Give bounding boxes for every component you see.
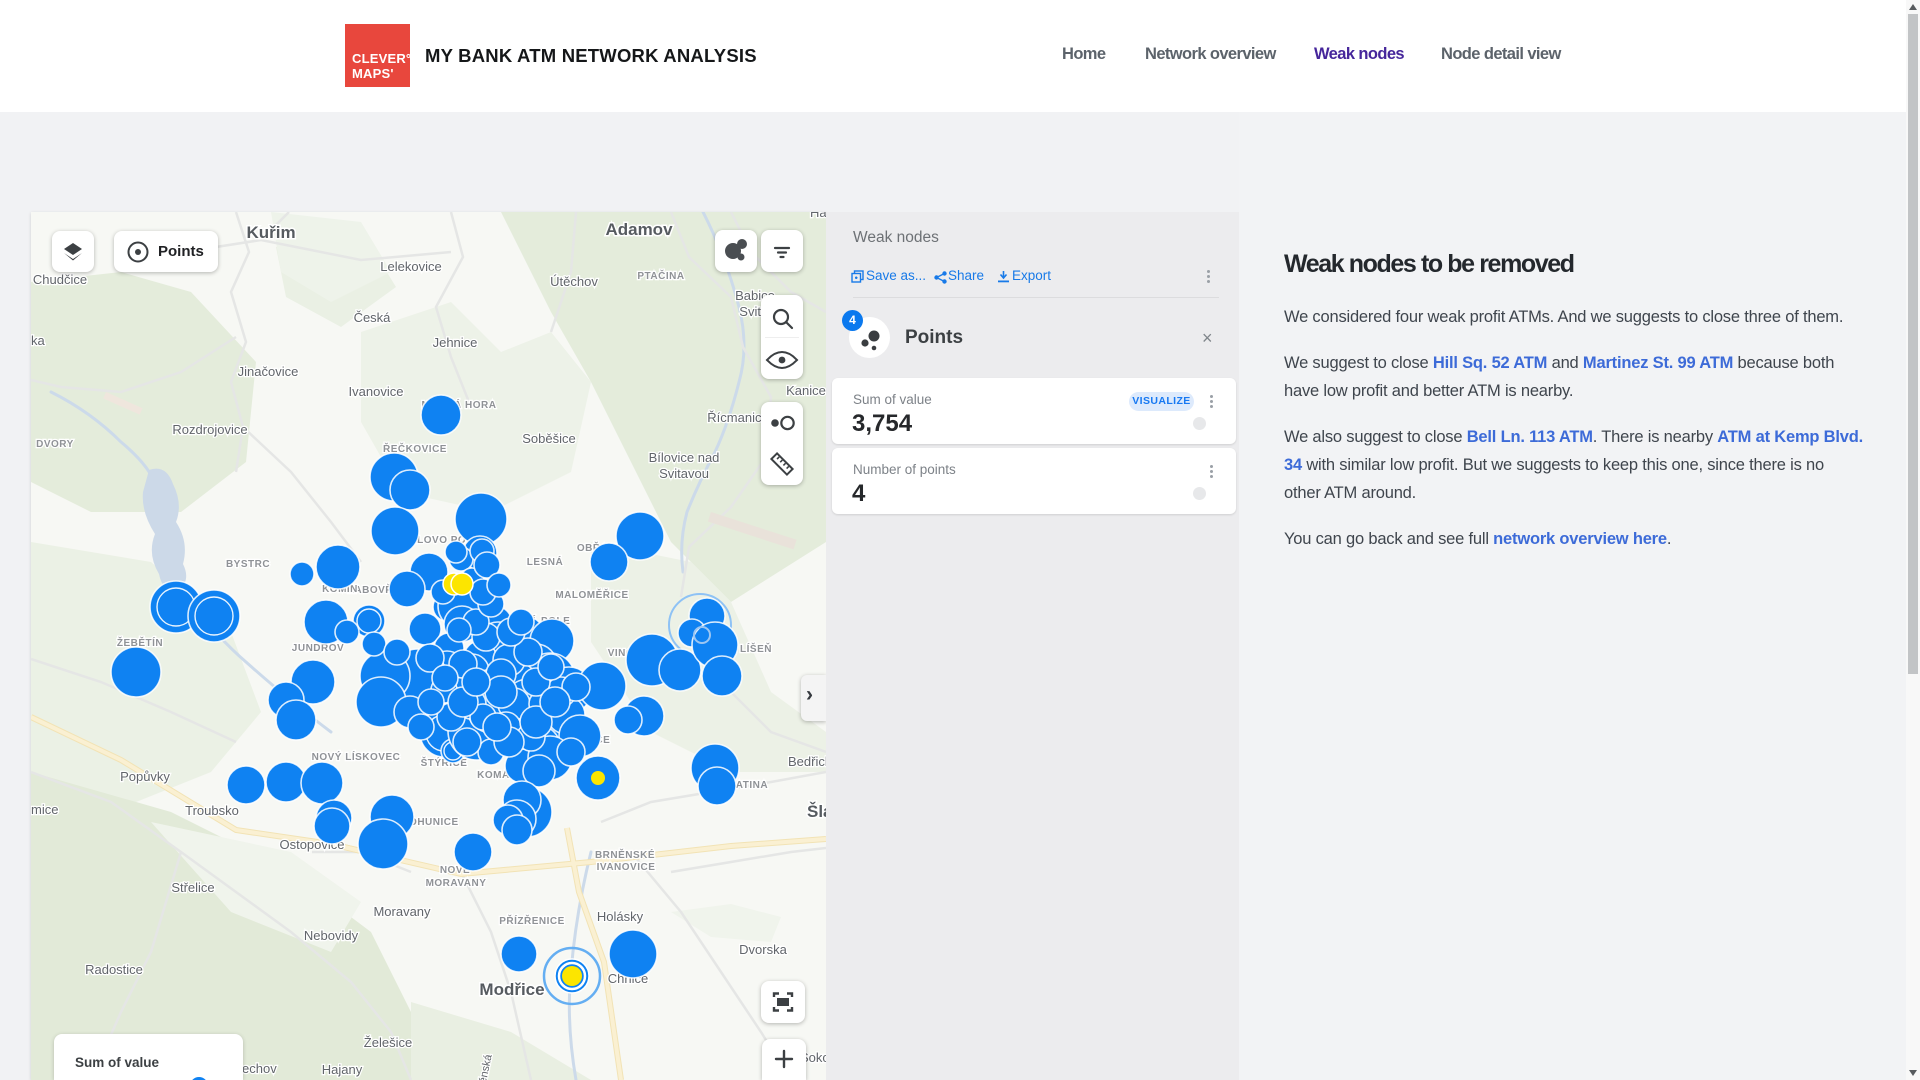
svg-text:Nebovidy: Nebovidy <box>304 928 359 943</box>
svg-text:Rozdrojovice: Rozdrojovice <box>172 422 247 437</box>
svg-text:mice: mice <box>31 802 58 817</box>
svg-text:MALOMĚŘICE: MALOMĚŘICE <box>555 588 628 601</box>
svg-text:Habrůvka: Habrůvka <box>810 212 826 220</box>
svg-text:ka: ka <box>31 333 46 348</box>
svg-text:Radostice: Radostice <box>85 962 143 977</box>
svg-text:Adamov: Adamov <box>605 220 673 239</box>
svg-text:Hajany: Hajany <box>322 1062 363 1077</box>
svg-text:Jinačovice: Jinačovice <box>238 364 299 379</box>
svg-text:LESNÁ: LESNÁ <box>527 555 563 568</box>
svg-text:LÍŠEŇ: LÍŠEŇ <box>740 642 772 655</box>
svg-text:JUNDROV: JUNDROV <box>292 643 344 654</box>
svg-text:IVANOVICE: IVANOVICE <box>597 862 656 873</box>
svg-text:Střelice: Střelice <box>171 880 214 895</box>
svg-text:Soběšice: Soběšice <box>522 431 575 446</box>
svg-text:echov: echov <box>242 1061 277 1076</box>
svg-text:BYSTRC: BYSTRC <box>226 559 270 570</box>
svg-text:Chudčice: Chudčice <box>33 272 87 287</box>
svg-text:Útěchov: Útěchov <box>550 274 598 289</box>
svg-text:Lelekovice: Lelekovice <box>380 259 441 274</box>
svg-text:BRNĚNSKÉ: BRNĚNSKÉ <box>595 848 655 861</box>
svg-text:Řícmanice: Řícmanice <box>707 410 768 425</box>
svg-text:Popůvky: Popůvky <box>120 769 170 784</box>
svg-text:Kanice: Kanice <box>786 383 826 398</box>
svg-text:Šlapanice: Šlapanice <box>807 802 826 821</box>
svg-text:Želešice: Želešice <box>364 1035 412 1050</box>
svg-text:PTAČINA: PTAČINA <box>637 269 684 282</box>
svg-text:Svitavou: Svitavou <box>659 466 709 481</box>
svg-text:Ivanovice: Ivanovice <box>349 384 404 399</box>
svg-text:Dvorska: Dvorska <box>739 942 787 957</box>
svg-text:Bílovice nad: Bílovice nad <box>649 450 720 465</box>
svg-text:Jehnice: Jehnice <box>433 335 478 350</box>
svg-text:Holásky: Holásky <box>597 909 644 924</box>
svg-text:NOVÝ LÍSKOVEC: NOVÝ LÍSKOVEC <box>312 750 401 763</box>
svg-text:Troubsko: Troubsko <box>185 803 239 818</box>
svg-text:MORAVANY: MORAVANY <box>426 878 487 889</box>
svg-text:Modřice: Modřice <box>479 980 544 999</box>
svg-text:Česká: Česká <box>354 310 392 325</box>
svg-text:Moravany: Moravany <box>373 904 431 919</box>
svg-text:DVORY: DVORY <box>36 439 74 450</box>
svg-text:PŘÍZŘENICE: PŘÍZŘENICE <box>499 914 565 927</box>
svg-text:Bedřichovice: Bedřichovice <box>788 754 826 769</box>
svg-text:Kuřim: Kuřim <box>246 223 295 242</box>
